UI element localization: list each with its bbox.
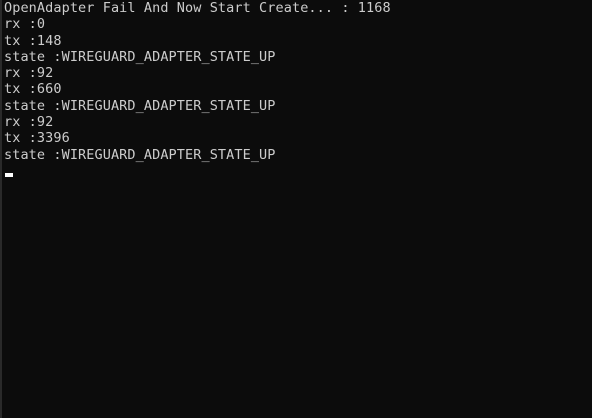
- console-line-rx: rx :92: [4, 114, 54, 131]
- console-line-tx: tx :3396: [4, 130, 70, 147]
- console-window[interactable]: OpenAdapter Fail And Now Start Create...…: [0, 0, 592, 418]
- console-line-tx: tx :148: [4, 32, 62, 49]
- console-line-state: state :WIREGUARD_ADAPTER_STATE_UP: [4, 146, 276, 163]
- console-line-state: state :WIREGUARD_ADAPTER_STATE_UP: [4, 48, 276, 65]
- console-line-state: state :WIREGUARD_ADAPTER_STATE_UP: [4, 97, 276, 114]
- console-line-tx: tx :660: [4, 81, 62, 98]
- text-cursor: [5, 172, 13, 177]
- console-line-adapter-status: OpenAdapter Fail And Now Start Create...…: [4, 0, 391, 16]
- console-line-rx: rx :92: [4, 65, 54, 82]
- console-line-rx: rx :0: [4, 16, 46, 33]
- console-prompt-line[interactable]: [4, 163, 592, 179]
